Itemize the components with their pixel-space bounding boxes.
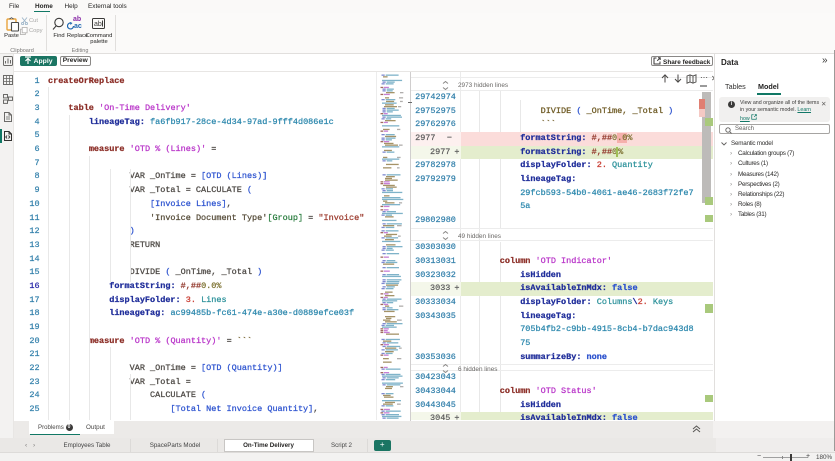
svg-text:ab: ab [94,21,102,28]
